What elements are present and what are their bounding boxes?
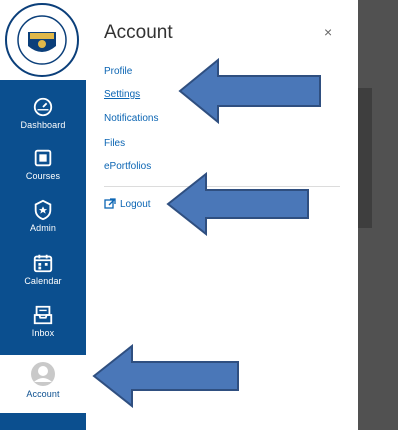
nav-label-inbox: Inbox xyxy=(31,328,55,338)
annotation-arrow-account xyxy=(92,344,239,408)
external-link-icon xyxy=(104,198,116,209)
annotation-arrow-settings xyxy=(178,58,321,124)
logo-area[interactable] xyxy=(0,0,86,80)
logout-label: Logout xyxy=(120,198,151,210)
page-content-block xyxy=(358,88,372,228)
tray-link-notifications[interactable]: Notifications xyxy=(104,113,158,124)
global-nav: Dashboard Courses Admin Calendar Inbox A… xyxy=(0,0,86,430)
tray-link-eportfolios[interactable]: ePortfolios xyxy=(104,161,151,172)
nav-item-admin[interactable]: Admin xyxy=(0,193,86,245)
nav-label-admin: Admin xyxy=(29,223,56,233)
university-seal-logo xyxy=(5,3,79,77)
nav-label-dashboard: Dashboard xyxy=(20,120,66,130)
tray-link-settings[interactable]: Settings xyxy=(104,89,140,100)
nav-item-inbox[interactable]: Inbox xyxy=(0,298,86,350)
nav-item-dashboard[interactable]: Dashboard xyxy=(0,90,86,142)
nav-label-courses: Courses xyxy=(25,171,61,181)
nav-item-courses[interactable]: Courses xyxy=(0,141,86,193)
tray-link-profile[interactable]: Profile xyxy=(104,66,132,77)
close-icon[interactable]: × xyxy=(324,24,332,40)
nav-label-calendar: Calendar xyxy=(24,276,62,286)
account-avatar-icon xyxy=(31,362,55,386)
dashboard-icon xyxy=(33,97,53,117)
annotation-arrow-logout xyxy=(166,172,309,236)
nav-item-calendar[interactable]: Calendar xyxy=(0,246,86,298)
tray-link-files[interactable]: Files xyxy=(104,138,125,149)
inbox-icon xyxy=(33,305,53,325)
logout-link[interactable]: Logout xyxy=(104,198,151,210)
nav-item-account[interactable]: Account xyxy=(0,355,86,413)
tray-title: Account xyxy=(104,22,173,43)
nav-label-account: Account xyxy=(26,389,60,399)
calendar-icon xyxy=(33,254,53,273)
courses-icon xyxy=(34,149,52,167)
admin-shield-icon xyxy=(34,199,52,221)
